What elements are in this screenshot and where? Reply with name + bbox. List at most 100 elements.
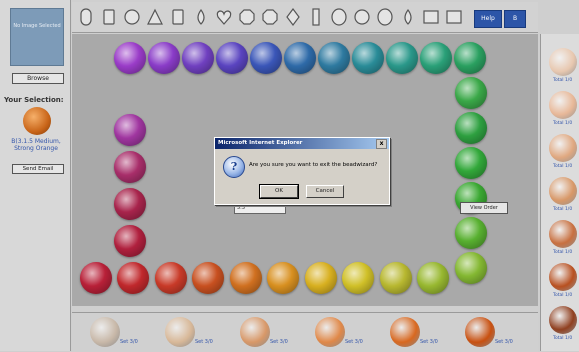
side-palette-item[interactable]: Total 1/0 — [541, 304, 579, 348]
palette-item[interactable]: Set 3/0 — [90, 317, 140, 349]
bottom-palette: Set 3/0 Set 3/0 Set 3/0 Set 3/0 Set 3/0 Set 3… — [72, 312, 538, 352]
drop-shape-icon[interactable] — [400, 8, 416, 26]
square-shape-icon[interactable] — [170, 8, 186, 26]
board-bead[interactable] — [455, 112, 487, 144]
ok-button[interactable]: OK — [259, 184, 299, 199]
palette-item[interactable]: Set 3/0 — [465, 317, 515, 349]
palette-label: Set 3/0 — [270, 339, 288, 345]
board-bead[interactable] — [148, 42, 180, 74]
side-palette-bead[interactable] — [549, 306, 577, 334]
board-bead[interactable] — [229, 262, 262, 294]
board-bead[interactable] — [114, 114, 146, 146]
palette-label: Set 3/0 — [120, 339, 138, 345]
board-bead[interactable] — [117, 262, 149, 294]
octagon-shape-icon[interactable] — [239, 8, 255, 26]
board-bead[interactable] — [192, 262, 224, 294]
drop-shape-icon[interactable] — [193, 8, 209, 26]
browse-button[interactable]: Browse — [12, 73, 64, 84]
board-bead[interactable] — [114, 225, 146, 257]
palette-bead[interactable] — [240, 317, 270, 347]
side-palette-item[interactable]: Total 1/0 — [541, 175, 579, 219]
palette-item[interactable]: Set 3/0 — [390, 317, 440, 349]
frame-shape-icon[interactable] — [446, 8, 462, 26]
board-bead[interactable] — [114, 151, 146, 183]
palette-bead[interactable] — [465, 317, 495, 347]
side-palette-label: Total 1/0 — [553, 121, 573, 126]
left-panel: No Image Selected Browse Your Selection:… — [0, 0, 71, 351]
board-bead[interactable] — [455, 217, 487, 249]
board-bead[interactable] — [216, 42, 248, 74]
palette-bead[interactable] — [390, 317, 420, 347]
oval-shape-icon[interactable] — [377, 8, 393, 26]
side-palette-item[interactable]: Total 1/0 — [541, 46, 579, 90]
palette-item[interactable]: Set 3/0 — [315, 317, 365, 349]
selection-title: Your Selection: — [4, 96, 64, 104]
circle-shape-icon[interactable] — [124, 8, 140, 26]
side-palette-item[interactable]: Total 1/0 — [541, 261, 579, 305]
board-bead[interactable] — [417, 262, 449, 294]
oval-shape-icon[interactable] — [331, 8, 347, 26]
side-palette-bead[interactable] — [549, 48, 577, 76]
board-bead[interactable] — [114, 42, 146, 74]
question-icon: ? — [223, 156, 245, 178]
preview-text: No Image Selected — [13, 23, 61, 29]
dialog-message: Are you sure you want to exit the beadwi… — [249, 162, 378, 168]
side-palette-item[interactable]: Total 1/0 — [541, 132, 579, 176]
board-bead[interactable] — [379, 262, 412, 294]
heart-shape-icon[interactable] — [216, 8, 232, 26]
side-palette-item[interactable]: Total 1/0 — [541, 89, 579, 133]
rhombus-shape-icon[interactable] — [285, 8, 301, 26]
board-bead[interactable] — [455, 77, 487, 109]
board-bead[interactable] — [114, 188, 146, 220]
board-bead[interactable] — [304, 262, 337, 294]
side-palette-bead[interactable] — [549, 177, 577, 205]
side-palette-item[interactable]: Total 1/0 — [541, 218, 579, 262]
side-palette-bead[interactable] — [549, 220, 577, 248]
view-order-button[interactable]: View Order — [460, 202, 508, 214]
circle-shape-icon[interactable] — [354, 8, 370, 26]
side-palette-bead[interactable] — [549, 263, 577, 291]
palette-label: Set 3/0 — [195, 339, 213, 345]
triangle-shape-icon[interactable] — [147, 8, 163, 26]
side-palette-label: Total 1/0 — [553, 207, 573, 212]
side-palette-bead[interactable] — [549, 134, 577, 162]
b-button[interactable]: B — [504, 10, 526, 28]
palette-item[interactable]: Set 3/0 — [165, 317, 215, 349]
palette-label: Set 3/0 — [345, 339, 363, 345]
palette-label: Set 3/0 — [495, 339, 513, 345]
frame-shape-icon[interactable] — [423, 8, 439, 26]
palette-bead[interactable] — [90, 317, 120, 347]
octagon-shape-icon[interactable] — [262, 8, 278, 26]
board-bead[interactable] — [386, 42, 418, 74]
help-button[interactable]: Help — [474, 10, 502, 28]
board-bead[interactable] — [455, 147, 487, 179]
board-bead[interactable] — [318, 42, 350, 74]
palette-item[interactable]: Set 3/0 — [240, 317, 290, 349]
board-bead[interactable] — [79, 262, 112, 294]
board-bead[interactable] — [342, 262, 374, 294]
palette-bead[interactable] — [165, 317, 195, 347]
board-bead[interactable] — [182, 42, 214, 74]
rect-shape-icon[interactable] — [101, 8, 117, 26]
rounded-rect-shape-icon[interactable] — [78, 8, 94, 26]
dialog-titlebar: Microsoft Internet Explorer x — [215, 138, 389, 149]
selected-bead — [23, 107, 51, 135]
side-palette-label: Total 1/0 — [553, 164, 573, 169]
board-bead[interactable] — [454, 42, 486, 74]
cancel-button[interactable]: Cancel — [306, 185, 344, 198]
board-bead[interactable] — [154, 262, 187, 294]
send-email-button[interactable]: Send Email — [12, 164, 64, 174]
board-bead[interactable] — [455, 252, 487, 284]
board-bead[interactable] — [267, 262, 299, 294]
image-preview: No Image Selected — [10, 8, 64, 66]
side-palette-bead[interactable] — [549, 91, 577, 119]
question-glyph: ? — [230, 160, 238, 173]
board-bead[interactable] — [284, 42, 316, 74]
board-bead[interactable] — [352, 42, 384, 74]
rect-narrow-shape-icon[interactable] — [308, 8, 324, 26]
palette-bead[interactable] — [315, 317, 345, 347]
close-icon[interactable]: x — [376, 139, 387, 149]
side-palette-label: Total 1/0 — [553, 250, 573, 255]
board-bead[interactable] — [420, 42, 452, 74]
board-bead[interactable] — [250, 42, 282, 74]
